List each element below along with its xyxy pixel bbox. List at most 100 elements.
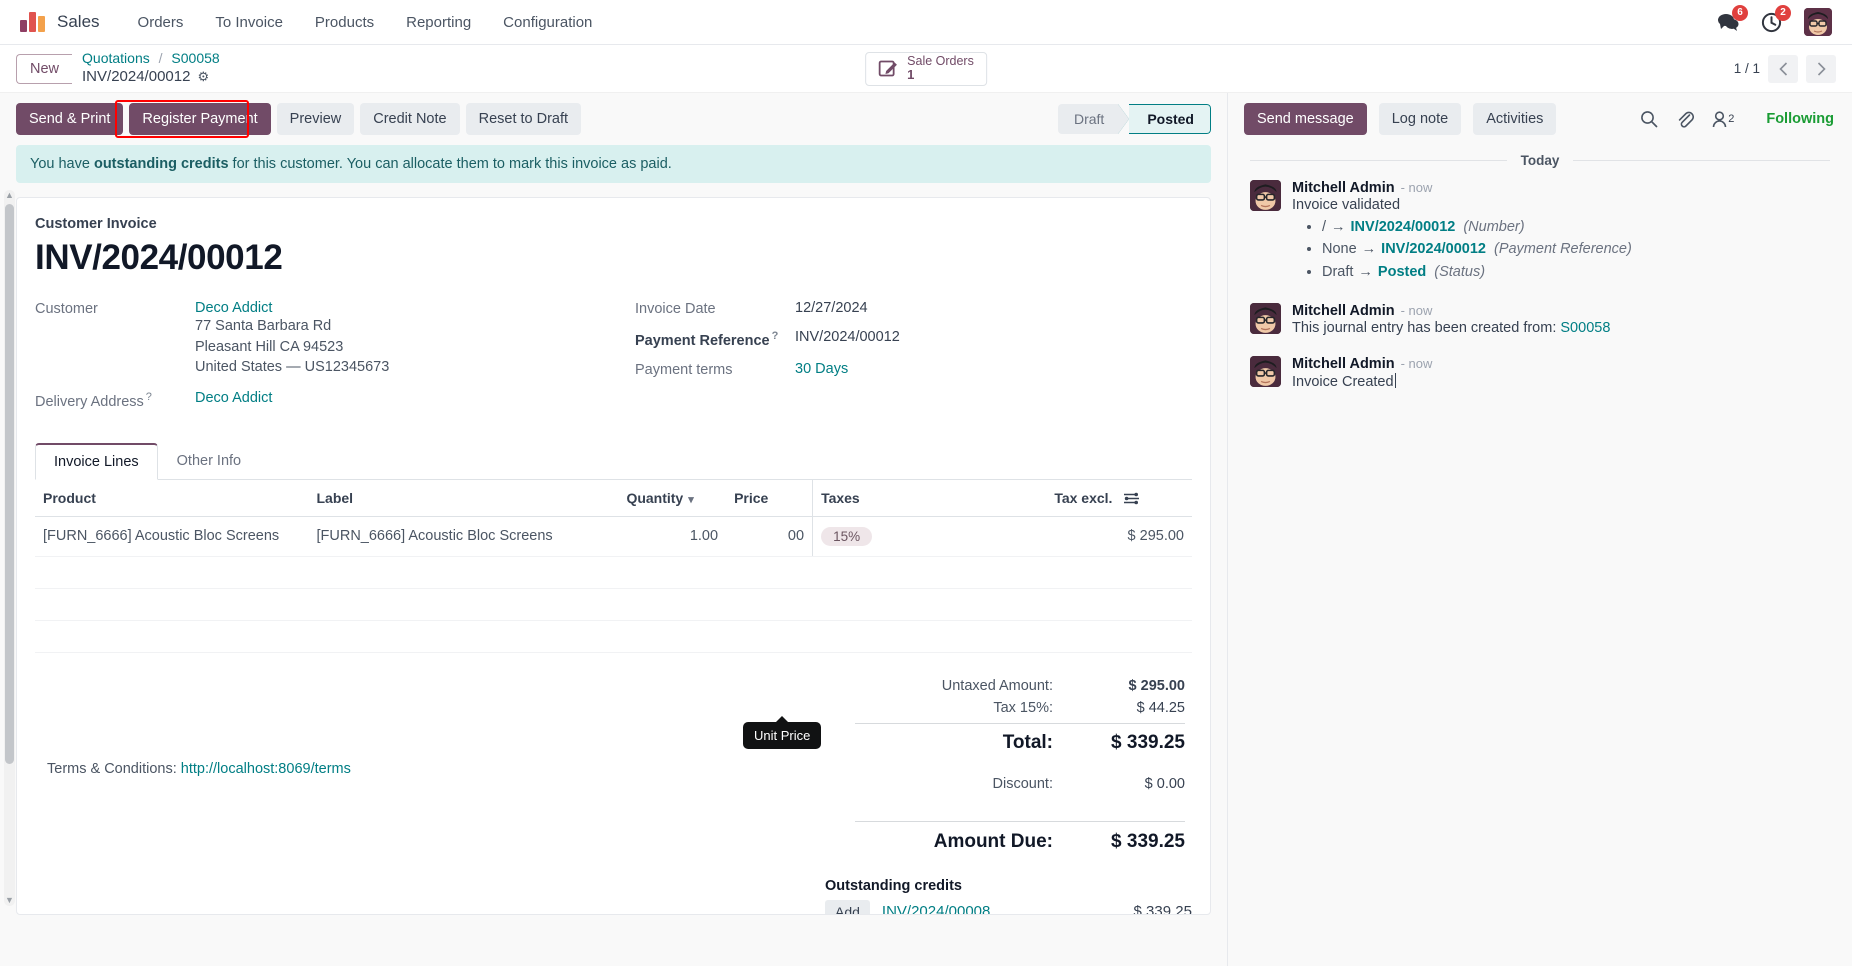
payment-terms-label: Payment terms bbox=[635, 361, 733, 378]
form-scrollbar[interactable]: ▲ ▼ bbox=[4, 190, 15, 906]
header-tax-excl[interactable]: Tax excl. bbox=[1046, 479, 1192, 517]
avatar bbox=[1250, 180, 1281, 211]
scrollbar-thumb[interactable] bbox=[5, 204, 14, 764]
nav-menu-orders[interactable]: Orders bbox=[122, 0, 200, 45]
page-title: INV/2024/00012 bbox=[35, 238, 283, 277]
odoo-bars-logo[interactable] bbox=[20, 12, 45, 32]
register-payment-button[interactable]: Register Payment bbox=[129, 103, 271, 135]
status-draft[interactable]: Draft bbox=[1057, 104, 1119, 134]
empty-row bbox=[35, 620, 1192, 653]
payment-reference-label: Payment Reference? bbox=[635, 330, 779, 349]
row-quantity[interactable]: 1.00 bbox=[618, 516, 727, 557]
payment-reference-value[interactable]: INV/2024/00012 bbox=[795, 329, 900, 349]
status-bar: Draft Posted bbox=[1057, 104, 1211, 134]
message-author[interactable]: Mitchell Admin bbox=[1292, 180, 1395, 196]
breadcrumb-current-record: INV/2024/00012 bbox=[82, 67, 191, 85]
notebook: Invoice Lines Other Info Product Label Q… bbox=[35, 442, 1192, 749]
tab-other-info[interactable]: Other Info bbox=[158, 443, 260, 480]
total-untaxed-label: Untaxed Amount: bbox=[941, 677, 1053, 694]
send-message-button[interactable]: Send message bbox=[1244, 103, 1367, 135]
message-text-prefix: This journal entry has been created from… bbox=[1292, 320, 1561, 337]
header-quantity[interactable]: Quantity ▾ bbox=[618, 479, 727, 517]
header-product[interactable]: Product bbox=[35, 479, 309, 517]
sale-orders-stat-value: 1 bbox=[907, 67, 915, 83]
outstanding-credits-block: Outstanding credits Add INV/2024/00008 $… bbox=[35, 878, 1192, 914]
row-label[interactable]: [FURN_6666] Acoustic Bloc Screens bbox=[308, 516, 619, 557]
avatar bbox=[1250, 356, 1281, 388]
alert-prefix: You have bbox=[30, 156, 94, 172]
record-pager: 1 / 1 bbox=[1734, 54, 1836, 83]
reset-to-draft-button[interactable]: Reset to Draft bbox=[465, 103, 582, 135]
tracking-new-number[interactable]: INV/2024/00012 bbox=[1351, 219, 1456, 235]
list-item: Mitchell Admin - now Invoice Created bbox=[1228, 356, 1852, 410]
nav-menu-reporting[interactable]: Reporting bbox=[390, 0, 487, 45]
nav-app-name[interactable]: Sales bbox=[57, 12, 100, 32]
log-note-button[interactable]: Log note bbox=[1378, 103, 1462, 135]
scrollbar-up-arrow[interactable]: ▲ bbox=[4, 190, 15, 201]
invoice-date-label: Invoice Date bbox=[635, 301, 716, 317]
tracking-old-payref: None bbox=[1322, 241, 1357, 258]
user-avatar[interactable] bbox=[1804, 8, 1832, 36]
delivery-address-value[interactable]: Deco Addict bbox=[195, 390, 272, 410]
messages-button[interactable]: 6 bbox=[1717, 5, 1748, 32]
navbar-right-tools: 6 2 bbox=[1717, 4, 1838, 36]
header-price[interactable]: Price bbox=[726, 479, 813, 517]
chevron-left-icon[interactable] bbox=[1768, 54, 1798, 83]
sale-orders-stat-button[interactable]: Sale Orders 1 bbox=[865, 51, 987, 86]
header-label[interactable]: Label bbox=[308, 479, 619, 517]
add-credit-button[interactable]: Add bbox=[825, 899, 870, 914]
delivery-address-field-row: Delivery Address? Deco Addict bbox=[35, 390, 635, 410]
tracking-item: Draft→Posted(Status) bbox=[1322, 261, 1830, 283]
status-posted[interactable]: Posted bbox=[1129, 104, 1211, 134]
gear-icon[interactable]: ⚙ bbox=[197, 69, 209, 85]
payment-terms-value[interactable]: 30 Days bbox=[795, 361, 848, 378]
tab-invoice-lines[interactable]: Invoice Lines bbox=[35, 442, 158, 480]
column-options-icon[interactable] bbox=[1124, 490, 1140, 506]
avatar bbox=[1250, 303, 1281, 335]
scrollbar-down-arrow[interactable]: ▼ bbox=[4, 895, 15, 906]
question-mark-icon[interactable]: ? bbox=[146, 391, 152, 403]
chatter-pane: Send message Log note Activities 2 Follo… bbox=[1228, 93, 1852, 966]
list-item: Mitchell Admin - now Invoice validated /… bbox=[1228, 180, 1852, 303]
message-author[interactable]: Mitchell Admin bbox=[1292, 356, 1395, 372]
terms-link[interactable]: http://localhost:8069/terms bbox=[181, 761, 351, 777]
customer-name-link[interactable]: Deco Addict bbox=[195, 300, 389, 316]
message-source-link[interactable]: S00058 bbox=[1560, 320, 1610, 336]
search-icon[interactable] bbox=[1640, 110, 1658, 128]
total-tax-row: Tax 15%: $ 44.25 bbox=[855, 697, 1185, 719]
followers-button[interactable]: 2 bbox=[1712, 110, 1734, 128]
credit-note-button[interactable]: Credit Note bbox=[360, 103, 460, 135]
new-record-button[interactable]: New bbox=[16, 53, 73, 84]
table-row[interactable]: [FURN_6666] Acoustic Bloc Screens [FURN_… bbox=[35, 516, 1192, 557]
nav-menu-products[interactable]: Products bbox=[299, 0, 390, 45]
message-text: Invoice Created bbox=[1292, 373, 1830, 390]
total-tax-label[interactable]: Tax 15%: bbox=[993, 700, 1067, 716]
breadcrumb-quotations[interactable]: Quotations bbox=[82, 50, 150, 66]
activities-button[interactable]: Activities bbox=[1473, 103, 1557, 135]
tracking-new-payref[interactable]: INV/2024/00012 bbox=[1381, 241, 1486, 257]
question-mark-icon[interactable]: ? bbox=[772, 330, 779, 342]
chevron-right-icon[interactable] bbox=[1806, 54, 1836, 83]
invoice-date-value[interactable]: 12/27/2024 bbox=[795, 300, 868, 317]
message-text: This journal entry has been created from… bbox=[1292, 320, 1830, 336]
invoice-fields: Customer Deco Addict 77 Santa Barbara Rd… bbox=[35, 300, 1192, 413]
preview-button[interactable]: Preview bbox=[276, 103, 355, 135]
totals-area: Terms & Conditions: http://localhost:806… bbox=[35, 675, 1192, 856]
following-toggle[interactable]: Following bbox=[1766, 111, 1834, 127]
row-taxes[interactable]: 15% bbox=[812, 516, 1047, 557]
row-product[interactable]: [FURN_6666] Acoustic Bloc Screens bbox=[35, 516, 309, 557]
breadcrumb-order[interactable]: S00058 bbox=[171, 50, 219, 66]
nav-menu-configuration[interactable]: Configuration bbox=[487, 0, 608, 45]
paperclip-icon[interactable] bbox=[1676, 110, 1695, 128]
alert-suffix: for this customer. You can allocate them… bbox=[228, 156, 672, 172]
nav-menu-to-invoice[interactable]: To Invoice bbox=[199, 0, 299, 45]
row-price[interactable]: 00 bbox=[726, 516, 813, 557]
header-taxes[interactable]: Taxes bbox=[812, 479, 1047, 517]
tracking-new-status[interactable]: Posted bbox=[1378, 264, 1426, 280]
send-and-print-button[interactable]: Send & Print bbox=[16, 103, 124, 135]
outstanding-credit-reference[interactable]: INV/2024/00008 bbox=[882, 903, 1082, 914]
activities-button[interactable]: 2 bbox=[1761, 4, 1791, 33]
customer-field-row: Customer Deco Addict 77 Santa Barbara Rd… bbox=[35, 300, 635, 378]
unit-price-tooltip: Unit Price bbox=[743, 722, 822, 749]
message-author[interactable]: Mitchell Admin bbox=[1292, 303, 1395, 319]
